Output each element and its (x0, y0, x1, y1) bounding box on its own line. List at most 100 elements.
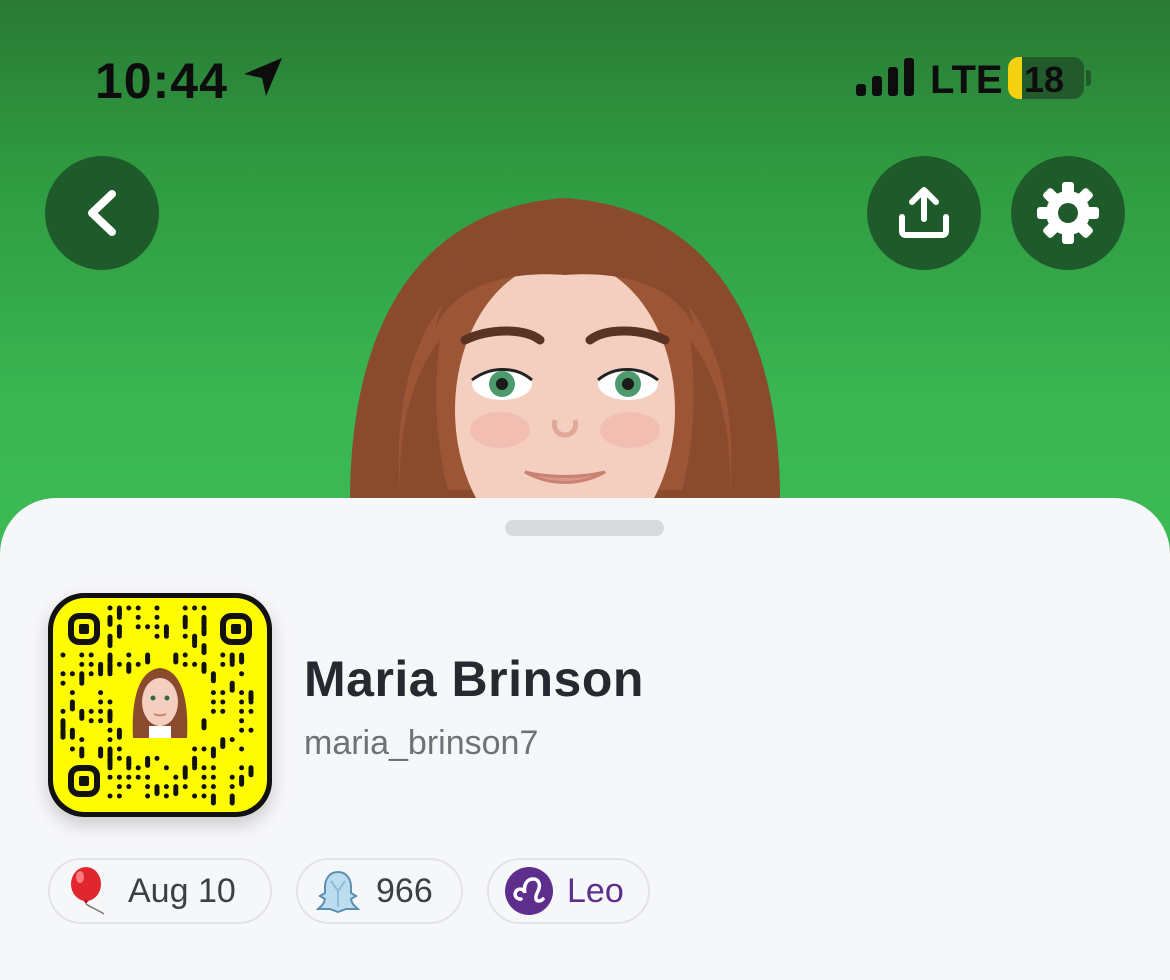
snapcode-dot (220, 699, 226, 705)
snapcode-dot (135, 774, 141, 780)
snapcode-dot (239, 690, 245, 696)
snapcode-dot (135, 765, 141, 771)
back-button[interactable] (45, 156, 159, 270)
snapcode-dot (107, 765, 113, 771)
snapcode-dot (154, 614, 160, 620)
snapcode-dot (60, 708, 66, 714)
gear-icon (1037, 182, 1099, 244)
snapcode-dot (210, 774, 216, 780)
snapcode-dot (201, 784, 207, 790)
snapcode-dot (60, 652, 66, 658)
snapcode-dot (220, 708, 226, 714)
snapcode-dot (126, 661, 132, 674)
snapcode-dot (210, 765, 216, 771)
snapcode-dot (98, 690, 104, 696)
battery-cap (1086, 70, 1091, 86)
snapcode-dot (163, 765, 169, 771)
snapcode-dot (201, 624, 207, 637)
snapcode-dot (210, 708, 216, 714)
snapcode-dot (220, 690, 226, 696)
snapcode-dot (229, 774, 235, 780)
snapcode-dot (126, 784, 132, 790)
snapcode-dot (107, 793, 113, 799)
snapcode-dot (126, 765, 132, 771)
birthday-label: Aug 10 (128, 871, 236, 910)
snapcode-dot (135, 614, 141, 620)
share-upload-icon (899, 187, 949, 238)
snapcode-dot (79, 661, 85, 667)
birthday-chip[interactable]: Aug 10 (48, 858, 272, 924)
snapcode-dot (88, 661, 94, 667)
profile-sheet[interactable]: Maria Brinson maria_brinson7 Aug 10 966 … (0, 498, 1170, 980)
sheet-drag-handle[interactable] (505, 520, 664, 536)
snapcode-dot (116, 633, 122, 639)
snapcode-dot (126, 605, 132, 611)
snapcode-dot (201, 605, 207, 611)
snapcode-dot (126, 774, 132, 780)
snapcode-dot (154, 605, 160, 611)
snapcode-dot (220, 737, 226, 750)
snapcode-dot (192, 643, 198, 649)
snapcode-dot (239, 708, 245, 714)
snapcode-dot (201, 643, 207, 656)
snapcode-dot (229, 680, 235, 693)
snapcode-dot (192, 661, 198, 667)
snapcode-dot (60, 727, 66, 740)
snapcode-dot (60, 680, 66, 686)
snap-score-chip[interactable]: 966 (296, 858, 463, 924)
snapcode-dot (116, 784, 122, 790)
snapcode-dot (135, 605, 141, 611)
snapcode-dot (69, 690, 75, 696)
snapcode-dot (201, 746, 207, 752)
snapcode-dot (173, 774, 179, 780)
snapcode-dot (192, 765, 198, 771)
snapcode-dot (192, 746, 198, 752)
zodiac-chip[interactable]: Leo (487, 858, 650, 924)
username[interactable]: maria_brinson7 (304, 724, 538, 763)
snapcode-dot (107, 605, 113, 611)
snapcode-dot (107, 671, 113, 677)
snapcode[interactable] (48, 593, 272, 817)
snapcode-dot (79, 652, 85, 658)
snapcode-dot (220, 652, 226, 658)
snapcode-dot (107, 643, 113, 649)
snapcode-dot (154, 784, 160, 797)
snapcode-dot (201, 661, 207, 674)
snapcode-dot (239, 699, 245, 705)
snapcode-dot (210, 793, 216, 806)
status-bar: 10:44 LTE 18 (0, 0, 1170, 150)
snapcode-pattern (53, 598, 267, 812)
bitmoji-avatar[interactable] (330, 190, 800, 550)
snapcode-dot (182, 774, 188, 780)
location-arrow-icon (244, 58, 282, 96)
snapcode-dots (60, 605, 254, 806)
snapcode-dot (201, 765, 207, 771)
snapcode-dot (192, 793, 198, 799)
snapcode-dot (107, 718, 113, 724)
settings-button[interactable] (1011, 156, 1125, 270)
snapcode-dot (173, 652, 179, 665)
share-button[interactable] (867, 156, 981, 270)
snapcode-dot (88, 708, 94, 714)
chevron-left-icon (88, 190, 116, 236)
snapcode-dot (248, 708, 254, 714)
snapcode-dot (182, 633, 188, 639)
snapcode-dot (239, 727, 245, 733)
snapcode-dot (98, 671, 104, 677)
snapcode-dot (182, 624, 188, 630)
snapcode-dot (126, 652, 132, 658)
snapcode-dot (98, 708, 104, 714)
snapcode-dot (154, 633, 160, 639)
leo-zodiac-icon (505, 867, 553, 915)
snapcode-dot (88, 718, 94, 724)
snapcode-dot (201, 774, 207, 780)
snapcode-dot (145, 652, 151, 665)
snapcode-dot (248, 727, 254, 733)
snapcode-dot (229, 737, 235, 743)
snapcode-dot (239, 671, 245, 677)
snapcode-dot (210, 699, 216, 705)
display-name: Maria Brinson (304, 651, 644, 707)
battery-icon: 18 (1008, 57, 1084, 99)
snapcode-dot (98, 718, 104, 724)
snapcode-dot (220, 661, 226, 667)
